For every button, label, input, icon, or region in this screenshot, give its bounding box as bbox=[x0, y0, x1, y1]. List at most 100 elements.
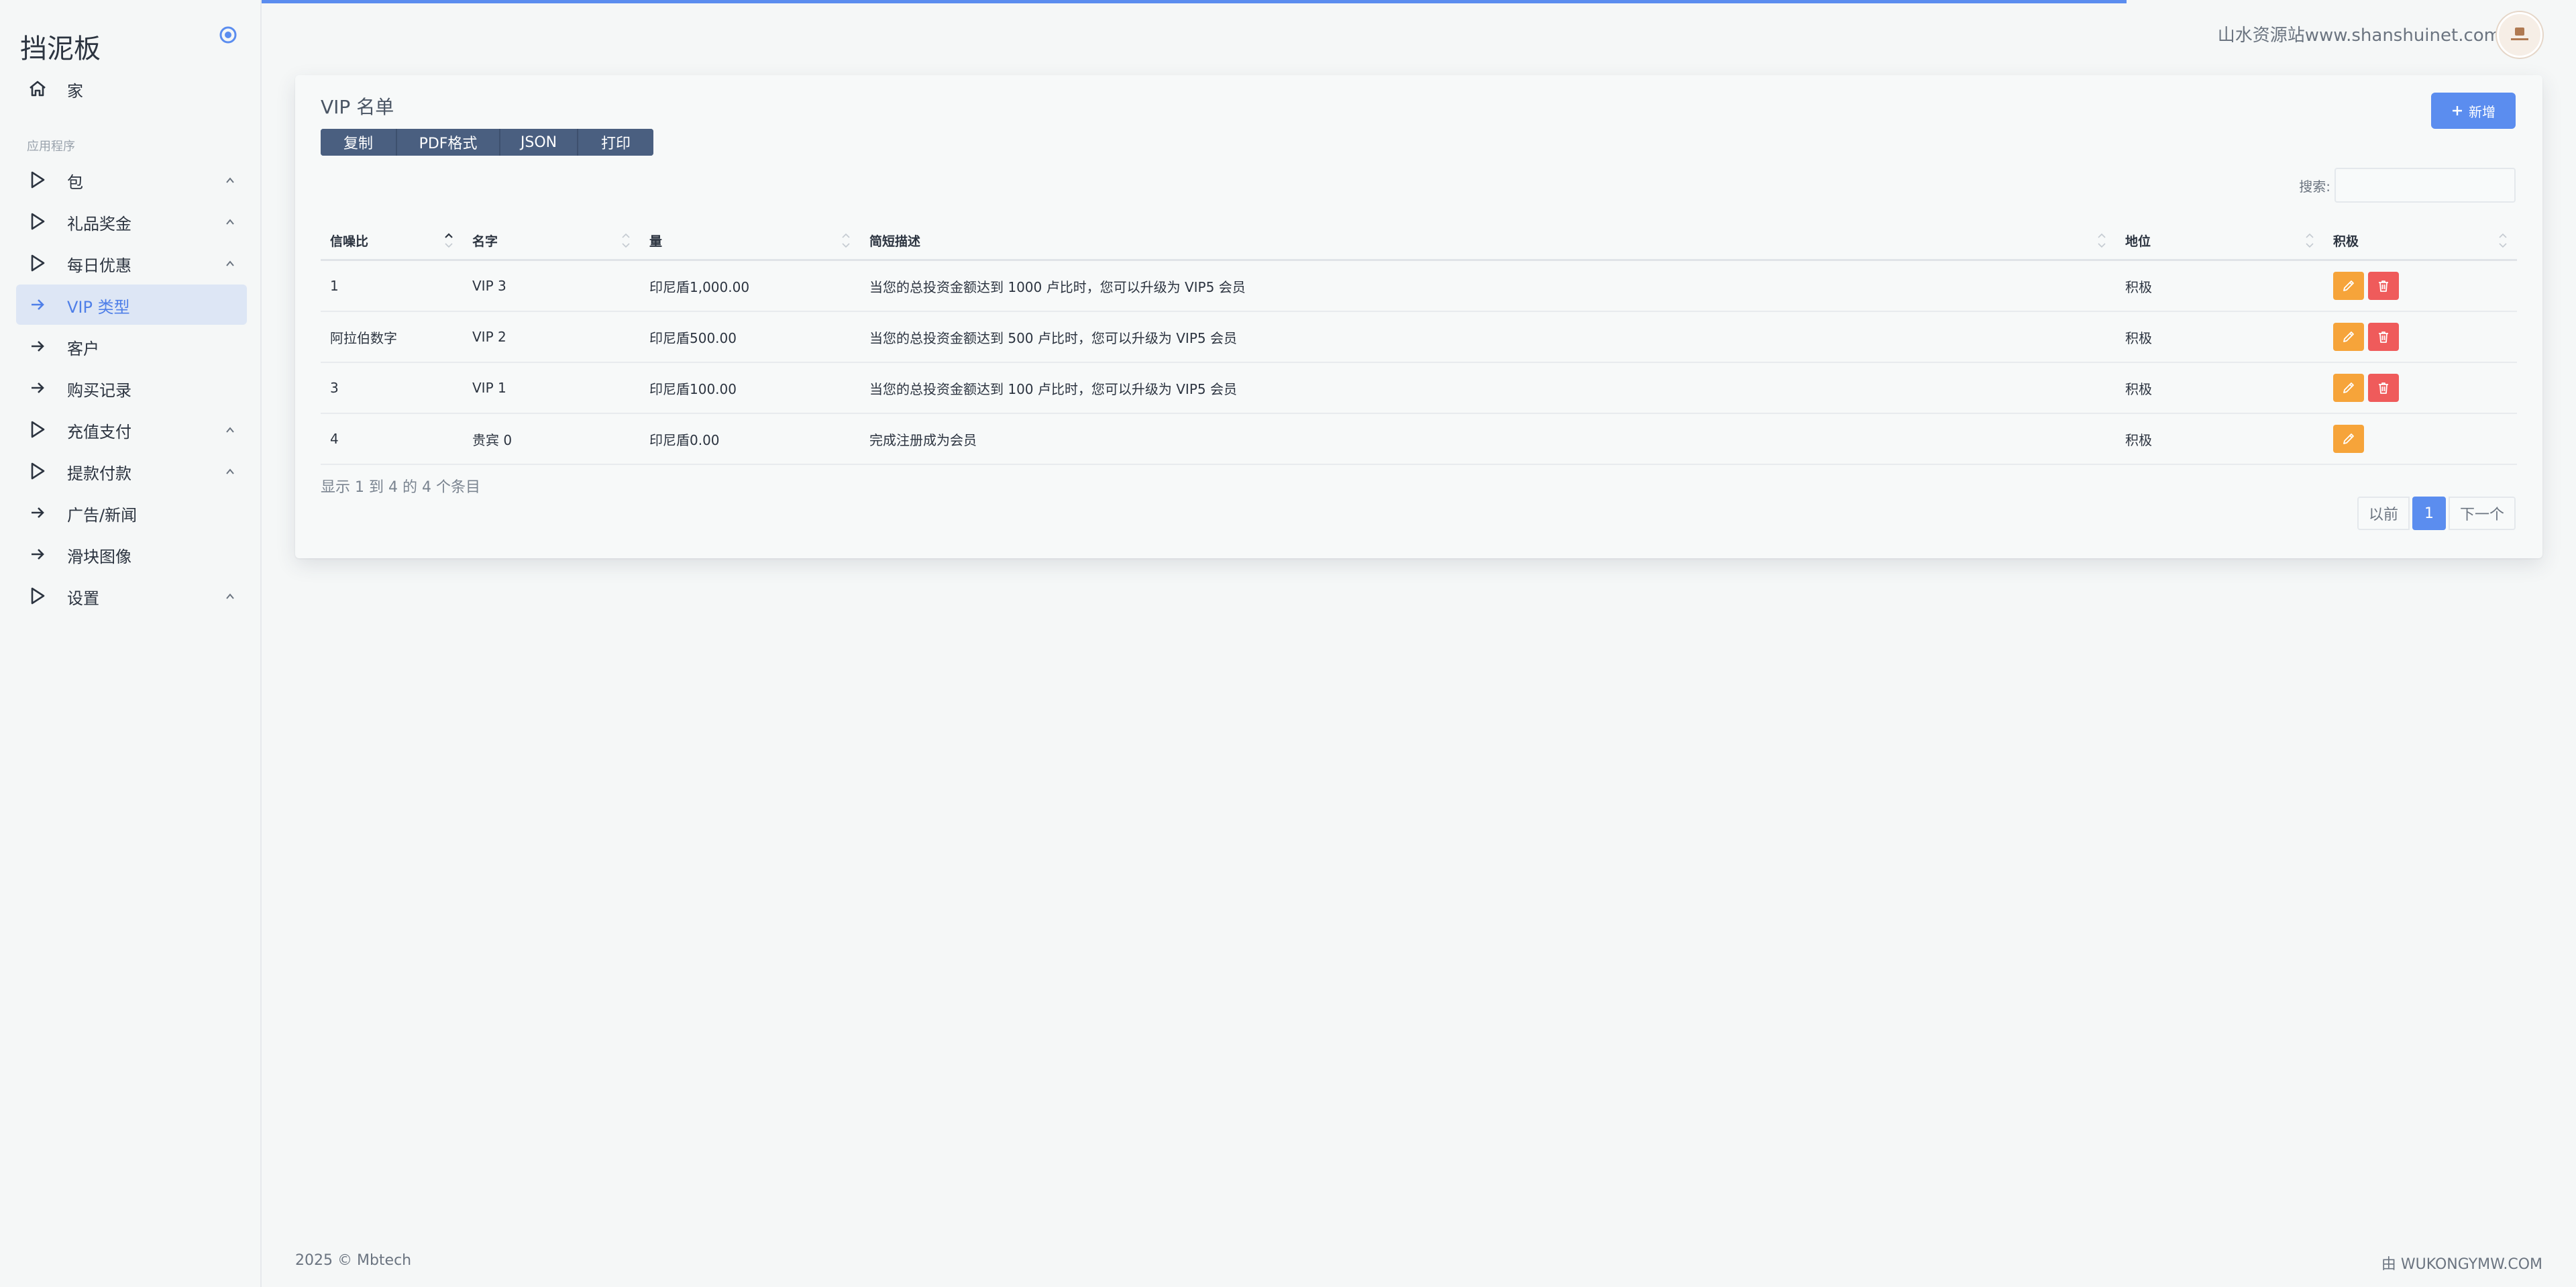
footer-credit-link[interactable]: 由 WUKONGYMW.COM bbox=[2381, 1252, 2542, 1274]
print-button[interactable]: 打印 bbox=[578, 129, 653, 156]
column-header-actions[interactable]: 积极 bbox=[2324, 221, 2517, 261]
sidebar-item-settings[interactable]: 设置 bbox=[16, 576, 247, 616]
sort-icon bbox=[2098, 233, 2106, 248]
sidebar-item-ads-news[interactable]: 广告/新闻 bbox=[16, 493, 247, 533]
trash-icon bbox=[2379, 280, 2388, 292]
avatar-logo-icon bbox=[2511, 28, 2528, 40]
column-header-name[interactable]: 名字 bbox=[463, 221, 640, 261]
vip-table: 信噪比 名字 量 简短描述 地位 积极 1 VIP 3 印尼盾1,000.00 … bbox=[321, 221, 2517, 465]
column-header-label: 积极 bbox=[2333, 234, 2359, 249]
table-info: 显示 1 到 4 的 4 个条目 bbox=[321, 479, 480, 496]
column-header-label: 地位 bbox=[2125, 234, 2151, 249]
cell-amount: 印尼盾100.00 bbox=[640, 362, 860, 414]
sidebar-item-gift-bonus[interactable]: 礼品奖金 bbox=[16, 201, 247, 242]
column-header-amount[interactable]: 量 bbox=[640, 221, 860, 261]
sort-icon bbox=[842, 233, 850, 248]
page-1-button[interactable]: 1 bbox=[2412, 497, 2446, 530]
cell-actions bbox=[2324, 413, 2517, 465]
column-header-status[interactable]: 地位 bbox=[2116, 221, 2324, 261]
sidebar-item-label: 客户 bbox=[67, 340, 99, 358]
arrow-right-icon bbox=[32, 507, 44, 518]
sidebar-item-label: 广告/新闻 bbox=[67, 506, 138, 525]
play-triangle-icon bbox=[31, 587, 45, 605]
card-title: VIP 名单 bbox=[321, 96, 394, 118]
play-triangle-icon bbox=[31, 462, 45, 480]
cell-id: 4 bbox=[321, 413, 463, 465]
trash-icon bbox=[2379, 331, 2388, 343]
sidebar-item-recharge[interactable]: 充值支付 bbox=[16, 409, 247, 450]
sidebar-item-label: 设置 bbox=[67, 589, 99, 608]
brand-title: 挡泥板 bbox=[20, 34, 101, 64]
arrow-right-icon bbox=[32, 549, 44, 560]
cell-status: 积极 bbox=[2116, 413, 2324, 465]
sidebar-item-purchase-records[interactable]: 购买记录 bbox=[16, 368, 247, 408]
cell-description: 当您的总投资金额达到 1000 卢比时，您可以升级为 VIP5 会员 bbox=[860, 260, 2116, 312]
sidebar-item-label: 礼品奖金 bbox=[67, 215, 131, 234]
search-input[interactable] bbox=[2334, 168, 2516, 203]
column-header-id[interactable]: 信噪比 bbox=[321, 221, 463, 261]
cell-description: 当您的总投资金额达到 100 卢比时，您可以升级为 VIP5 会员 bbox=[860, 362, 2116, 414]
arrow-right-icon bbox=[32, 382, 44, 393]
cell-description: 完成注册成为会员 bbox=[860, 413, 2116, 465]
delete-button[interactable] bbox=[2368, 323, 2399, 351]
sort-icon bbox=[622, 233, 630, 248]
sidebar-item-label: 提款付款 bbox=[67, 464, 131, 483]
cell-name: 贵宾 0 bbox=[463, 413, 640, 465]
cell-id: 1 bbox=[321, 260, 463, 312]
table-row: 1 VIP 3 印尼盾1,000.00 当您的总投资金额达到 1000 卢比时，… bbox=[321, 260, 2517, 312]
json-button[interactable]: JSON bbox=[500, 129, 578, 156]
play-triangle-icon bbox=[31, 171, 45, 189]
pencil-icon bbox=[2343, 382, 2354, 393]
sidebar-item-slider-images[interactable]: 滑块图像 bbox=[16, 534, 247, 574]
edit-button[interactable] bbox=[2333, 323, 2364, 351]
top-progress-bar bbox=[0, 0, 2127, 3]
sidebar-toggle-icon[interactable] bbox=[219, 25, 237, 44]
sidebar-item-customers[interactable]: 客户 bbox=[16, 326, 247, 366]
delete-button[interactable] bbox=[2368, 272, 2399, 300]
cell-actions bbox=[2324, 260, 2517, 312]
cell-name: VIP 2 bbox=[463, 311, 640, 363]
sort-asc-icon bbox=[445, 233, 453, 248]
delete-button[interactable] bbox=[2368, 374, 2399, 402]
avatar[interactable] bbox=[2497, 12, 2542, 58]
pagination: 以前 1 下一个 bbox=[2357, 497, 2516, 530]
sidebar-item-label: VIP 类型 bbox=[67, 298, 130, 317]
cell-amount: 印尼盾1,000.00 bbox=[640, 260, 860, 312]
cell-name: VIP 3 bbox=[463, 260, 640, 312]
chevron-up-icon bbox=[226, 177, 234, 183]
cell-amount: 印尼盾500.00 bbox=[640, 311, 860, 363]
site-link[interactable]: 山水资源站www.shanshuinet.com bbox=[2218, 21, 2501, 46]
play-triangle-icon bbox=[31, 254, 45, 272]
plus-icon bbox=[2453, 106, 2462, 115]
sidebar: 挡泥板 家 应用程序 包 礼品奖金 每日优惠 VIP 类型 客户 购买记录 充值… bbox=[0, 0, 262, 1287]
vip-list-card: VIP 名单 复制 PDF格式 JSON 打印 新增 搜索: 信噪比 名字 量 bbox=[295, 75, 2542, 558]
sidebar-item-label: 滑块图像 bbox=[67, 548, 131, 566]
edit-button[interactable] bbox=[2333, 374, 2364, 402]
table-row: 4 贵宾 0 印尼盾0.00 完成注册成为会员 积极 bbox=[321, 413, 2517, 465]
arrow-right-icon bbox=[32, 341, 44, 352]
cell-description: 当您的总投资金额达到 500 卢比时，您可以升级为 VIP5 会员 bbox=[860, 311, 2116, 363]
play-triangle-icon bbox=[31, 421, 45, 438]
copy-button[interactable]: 复制 bbox=[321, 129, 397, 156]
sidebar-item-daily-deals[interactable]: 每日优惠 bbox=[16, 243, 247, 283]
pencil-icon bbox=[2343, 331, 2354, 342]
edit-button[interactable] bbox=[2333, 425, 2364, 453]
cell-id: 3 bbox=[321, 362, 463, 414]
cell-amount: 印尼盾0.00 bbox=[640, 413, 860, 465]
add-new-label: 新增 bbox=[2469, 105, 2496, 120]
column-header-description[interactable]: 简短描述 bbox=[860, 221, 2116, 261]
chevron-up-icon bbox=[226, 427, 234, 433]
sidebar-item-vip-type[interactable]: VIP 类型 bbox=[16, 285, 247, 325]
column-header-label: 量 bbox=[649, 234, 663, 249]
sidebar-item-home[interactable]: 家 bbox=[16, 68, 247, 109]
play-triangle-icon bbox=[31, 213, 45, 230]
next-page-button[interactable]: 下一个 bbox=[2449, 497, 2516, 530]
prev-page-button[interactable]: 以前 bbox=[2357, 497, 2410, 530]
sidebar-item-packages[interactable]: 包 bbox=[16, 160, 247, 200]
add-new-button[interactable]: 新增 bbox=[2431, 93, 2516, 129]
pdf-button[interactable]: PDF格式 bbox=[397, 129, 500, 156]
cell-status: 积极 bbox=[2116, 362, 2324, 414]
sidebar-item-withdrawal[interactable]: 提款付款 bbox=[16, 451, 247, 491]
edit-button[interactable] bbox=[2333, 272, 2364, 300]
chevron-up-icon bbox=[226, 219, 234, 225]
